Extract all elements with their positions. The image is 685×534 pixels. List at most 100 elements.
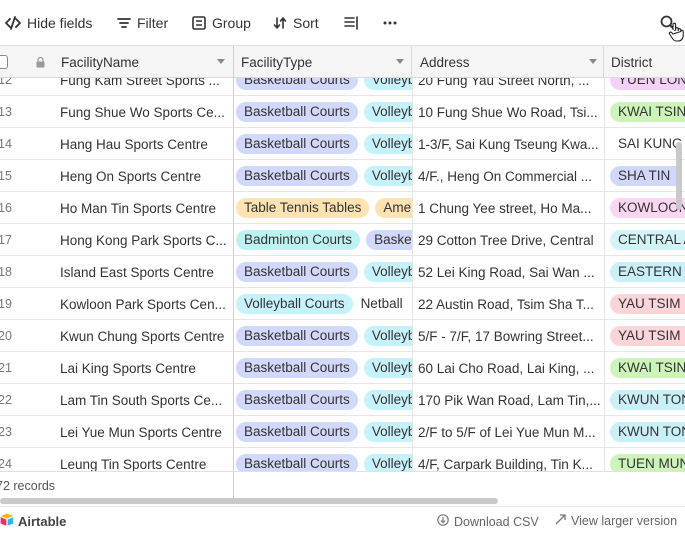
filter-button[interactable]: Filter: [117, 12, 168, 34]
row-height-button[interactable]: [344, 12, 359, 34]
facility-type-cell[interactable]: Basketball CourtsVolleyball: [236, 320, 412, 352]
district-cell[interactable]: KWAI TSING: [610, 352, 685, 384]
column-divider: [233, 78, 234, 95]
facility-name-cell[interactable]: Island East Sports Centre: [60, 256, 230, 288]
address-cell[interactable]: 29 Cotton Tree Drive, Central: [418, 224, 604, 256]
column-divider: [233, 320, 234, 351]
address-cell[interactable]: 52 Lei King Road, Sai Wan ...: [418, 256, 604, 288]
district-cell[interactable]: YAU TSIM MONG: [610, 320, 685, 352]
address-cell[interactable]: 2/F to 5/F of Lei Yue Mun M...: [418, 416, 604, 448]
address-cell[interactable]: 1-3/F, Sai Kung Tseung Kwa...: [418, 128, 604, 160]
facility-name-cell[interactable]: Heng On Sports Centre: [60, 160, 230, 192]
facility-type-chip: Volleyball: [363, 358, 412, 378]
horizontal-scrollbar[interactable]: [0, 498, 498, 504]
column-header-facility-type[interactable]: FacilityType: [234, 46, 412, 78]
download-csv-link[interactable]: Download CSV: [437, 514, 539, 529]
address-cell[interactable]: 5/F - 7/F, 17 Bowring Street...: [418, 320, 604, 352]
select-all-checkbox[interactable]: [0, 55, 8, 69]
district-cell[interactable]: CENTRAL AND WESTERN: [610, 224, 685, 256]
table-row[interactable]: 14 Hang Hau Sports Centre Basketball Court…: [0, 128, 685, 160]
table-row[interactable]: 24 Leung Tin Sports Centre Basketball Cour…: [0, 448, 685, 471]
address-cell[interactable]: 60 Lai Cho Road, Lai King, ...: [418, 352, 604, 384]
table-row[interactable]: 20 Kwun Chung Sports Centre Basketball Cou…: [0, 320, 685, 352]
district-cell[interactable]: YUEN LONG: [610, 78, 685, 96]
column-divider: [604, 224, 605, 255]
address-cell[interactable]: 20 Fung Yau Street North, ...: [418, 78, 604, 96]
facility-name-cell[interactable]: Kwun Chung Sports Centre: [60, 320, 230, 352]
table-row[interactable]: 17 Hong Kong Park Sports C... Badminton Co…: [0, 224, 685, 256]
column-header-address[interactable]: Address: [412, 46, 604, 78]
address-cell[interactable]: 4/F., Heng On Commercial ...: [418, 160, 604, 192]
table-row[interactable]: 21 Lai King Sports Centre Basketball Court…: [0, 352, 685, 384]
facility-name-cell[interactable]: Hang Hau Sports Centre: [60, 128, 230, 160]
facility-type-cell[interactable]: Table Tennis TablesAmenity: [236, 192, 412, 224]
district-chip: KWUN TONG: [610, 390, 685, 410]
vertical-scrollbar[interactable]: [676, 142, 682, 210]
district-chip: YAU TSIM MONG: [610, 326, 685, 346]
district-chip: SAI KUNG: [618, 136, 683, 151]
district-cell[interactable]: TUEN MUN: [610, 448, 685, 471]
district-cell[interactable]: KWUN TONG: [610, 416, 685, 448]
facility-name-cell[interactable]: Hong Kong Park Sports C...: [60, 224, 230, 256]
district-chip: KWAI TSING: [610, 102, 685, 122]
table-row[interactable]: 18 Island East Sports Centre Basketball Co…: [0, 256, 685, 288]
address-cell[interactable]: 170 Pik Wan Road, Lam Tin,...: [418, 384, 604, 416]
facility-type-cell[interactable]: Basketball CourtsVolleyball: [236, 352, 412, 384]
district-chip: KWAI TSING: [610, 358, 685, 378]
row-number: 12: [0, 78, 12, 87]
airtable-logo[interactable]: Airtable: [0, 513, 66, 529]
chevron-down-icon[interactable]: [589, 59, 597, 64]
facility-name-cell[interactable]: Lei Yue Mun Sports Centre: [60, 416, 230, 448]
facility-type-cell[interactable]: Basketball CourtsVolleyball: [236, 448, 412, 471]
facility-name-cell[interactable]: Leung Tin Sports Centre: [60, 448, 230, 472]
district-cell[interactable]: YAU TSIM MONG: [610, 288, 685, 320]
table-row[interactable]: 15 Heng On Sports Centre Basketball Courts…: [0, 160, 685, 192]
table-row[interactable]: 13 Fung Shue Wo Sports Ce... Basketball Co…: [0, 96, 685, 128]
table-row[interactable]: 23 Lei Yue Mun Sports Centre Basketball Co…: [0, 416, 685, 448]
district-cell[interactable]: KWUN TONG: [610, 384, 685, 416]
facility-type-cell[interactable]: Basketball CourtsVolleyball: [236, 384, 412, 416]
address-cell[interactable]: 4/F, Carpark Building, Tin K...: [418, 448, 604, 472]
chevron-down-icon[interactable]: [217, 59, 225, 64]
address-cell[interactable]: 10 Fung Shue Wo Road, Tsi...: [418, 96, 604, 128]
facility-name-cell[interactable]: Fung Shue Wo Sports Ce...: [60, 96, 230, 128]
chevron-down-icon[interactable]: [396, 59, 404, 64]
group-button[interactable]: Group: [192, 12, 251, 34]
facility-type-cell[interactable]: Basketball CourtsVolleyball: [236, 416, 412, 448]
column-divider: [604, 160, 605, 191]
facility-name-cell[interactable]: Ho Man Tin Sports Centre: [60, 192, 230, 224]
table-row[interactable]: 12 Fung Kam Street Sports ... Basketball C…: [0, 78, 685, 96]
district-cell[interactable]: EASTERN: [610, 256, 685, 288]
more-options-button[interactable]: [383, 12, 397, 34]
facility-type-cell[interactable]: Volleyball Courts Netball: [236, 288, 412, 320]
row-number: 24: [0, 457, 12, 471]
address-cell[interactable]: 22 Austin Road, Tsim Sha T...: [418, 288, 604, 320]
select-all-cell[interactable]: [0, 46, 60, 78]
district-cell[interactable]: KWAI TSING: [610, 96, 685, 128]
address-cell[interactable]: 1 Chung Yee street, Ho Ma...: [418, 192, 604, 224]
facility-type-cell[interactable]: Basketball CourtsVolleyball: [236, 78, 412, 96]
district-cell[interactable]: SAI KUNG: [610, 128, 685, 160]
facility-type-cell[interactable]: Basketball CourtsVolleyball: [236, 128, 412, 160]
district-cell[interactable]: SHA TIN: [610, 160, 685, 192]
facility-name-cell[interactable]: Lai King Sports Centre: [60, 352, 230, 384]
facility-type-cell[interactable]: Basketball CourtsVolleyball: [236, 256, 412, 288]
facility-type-cell[interactable]: Basketball CourtsVolleyball: [236, 96, 412, 128]
column-header-district[interactable]: District: [604, 46, 685, 78]
facility-type-cell[interactable]: Badminton CourtsBasketball: [236, 224, 412, 256]
column-divider: [604, 128, 605, 159]
sort-button[interactable]: Sort: [273, 12, 319, 34]
table-row[interactable]: 22 Lam Tin South Sports Ce... Basketball C…: [0, 384, 685, 416]
table-row[interactable]: 19 Kowloon Park Sports Cen... Volleyball C…: [0, 288, 685, 320]
facility-name-cell[interactable]: Fung Kam Street Sports ...: [60, 78, 230, 96]
hide-fields-button[interactable]: Hide fields: [5, 12, 92, 34]
table-row[interactable]: 16 Ho Man Tin Sports Centre Table Tennis T…: [0, 192, 685, 224]
district-cell[interactable]: KOWLOON CITY: [610, 192, 685, 224]
facility-name-cell[interactable]: Kowloon Park Sports Cen...: [60, 288, 230, 320]
facility-type-cell[interactable]: Basketball CourtsVolleyball: [236, 160, 412, 192]
facility-name-cell[interactable]: Lam Tin South Sports Ce...: [60, 384, 230, 416]
view-larger-link[interactable]: View larger version: [555, 514, 677, 528]
column-header-facility-name[interactable]: FacilityName: [52, 46, 234, 78]
row-number: 14: [0, 137, 12, 151]
more-icon: [383, 21, 397, 25]
